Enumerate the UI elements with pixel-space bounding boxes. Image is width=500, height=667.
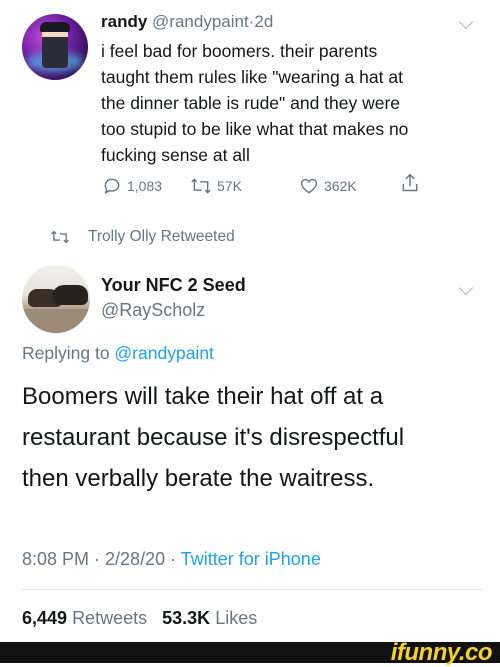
share-button[interactable] [400, 172, 420, 194]
avatar-dog [52, 285, 88, 305]
tweet-text: i feel bad for boomers. their parents ta… [101, 38, 481, 168]
reply-icon [104, 178, 120, 195]
retweet-count: 6,449 [22, 608, 68, 628]
mention-link[interactable]: @randypaint [114, 343, 214, 363]
retweet-attribution[interactable]: Trolly Olly Retweeted [50, 228, 235, 246]
replying-prefix: Replying to [22, 343, 115, 363]
tweet-stats: 6,449 Retweets 53.3K Likes [22, 608, 257, 629]
retweet-label: Retweets [72, 608, 148, 628]
avatar[interactable] [22, 265, 90, 333]
likes-stat[interactable]: 53.3K Likes [162, 608, 257, 628]
tweet-line: i feel bad for boomers. their parents [101, 41, 378, 61]
tweet-author[interactable]: randy @randypaint·2d [101, 12, 273, 32]
tweet-line: restaurant because it's disrespectful [22, 424, 405, 451]
retweets-stat[interactable]: 6,449 Retweets [22, 608, 147, 628]
reply-count: 1,083 [127, 178, 163, 194]
retweet-count: 57K [217, 178, 242, 194]
reply-button[interactable]: 1,083 [102, 176, 162, 196]
user-handle[interactable]: @RayScholz [101, 300, 205, 321]
tweet-line: the dinner table is rude" and they were [101, 93, 401, 113]
avatar-hat [40, 22, 70, 32]
tweet-line: too stupid to be like what that makes no [101, 119, 409, 139]
tweet-line: Boomers will take their hat off at a [22, 383, 384, 410]
avatar[interactable] [22, 14, 88, 80]
chevron-down-icon[interactable] [458, 280, 474, 296]
tweet-timestamp[interactable]: 8:08 PM · 2/28/20 · [22, 549, 181, 569]
retweet-icon [191, 178, 211, 194]
tweet-line: taught them rules like "wearing a hat at [101, 67, 403, 87]
display-name[interactable]: Your NFC 2 Seed [101, 275, 246, 296]
user-handle[interactable]: @randypaint [152, 12, 249, 31]
share-icon [402, 173, 418, 192]
chevron-down-icon[interactable] [458, 14, 474, 30]
display-name[interactable]: randy [101, 12, 147, 31]
tweet-text: Boomers will take their hat off at a res… [22, 376, 492, 499]
like-count: 53.3K [162, 608, 211, 628]
tweet-source[interactable]: Twitter for iPhone [181, 549, 321, 569]
heart-icon [300, 178, 318, 194]
like-button[interactable]: 362K [299, 176, 357, 196]
like-count: 362K [324, 178, 357, 194]
retweet-icon [51, 230, 69, 244]
tweet-time: 2d [254, 12, 274, 31]
divider [22, 589, 482, 590]
tweet-line: fucking sense at all [101, 145, 250, 165]
tweet-meta: 8:08 PM · 2/28/20 · Twitter for iPhone [22, 549, 321, 570]
avatar-rug [22, 309, 90, 333]
retweet-button[interactable]: 57K [190, 176, 242, 196]
replying-to: Replying to @randypaint [22, 343, 214, 364]
retweeted-by-label[interactable]: Trolly Olly Retweeted [88, 228, 235, 246]
like-label: Likes [215, 608, 258, 628]
tweet-line: then verbally berate the waitress. [22, 465, 375, 492]
